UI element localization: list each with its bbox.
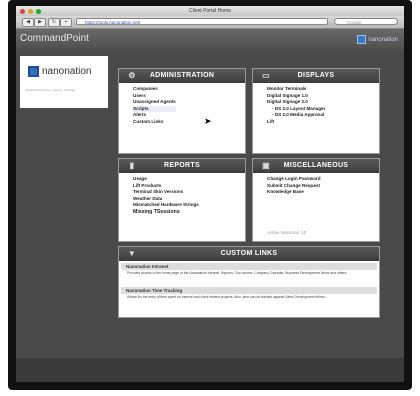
link-monitor-terminals[interactable]: Monitor Terminals bbox=[267, 86, 325, 93]
back-arrow-icon: ◀ bbox=[26, 19, 30, 25]
forward-arrow-icon: ▶ bbox=[38, 19, 42, 25]
url-text: https://tools.nanonation.net/ bbox=[85, 20, 141, 25]
reports-title: REPORTS bbox=[164, 162, 200, 169]
zoom-window-button[interactable] bbox=[36, 9, 41, 14]
mouse-pointer-icon: ➤ bbox=[204, 116, 212, 126]
custom-links-icon: ▼ bbox=[127, 249, 137, 258]
search-field[interactable]: Google bbox=[334, 18, 398, 25]
page-footer bbox=[16, 358, 404, 382]
window-title: Client Portal Home bbox=[189, 8, 231, 14]
logo-wordmark: nanonation bbox=[42, 66, 92, 77]
search-placeholder: Google bbox=[347, 20, 362, 25]
sidebar-logo-card: nanonation Dashboard Home · Logout · Set… bbox=[20, 56, 108, 108]
administration-links: Companies Users Unassigned Agents Script… bbox=[133, 86, 176, 126]
link-usage[interactable]: Usage bbox=[133, 176, 199, 183]
app-title: CommandPoint bbox=[20, 33, 89, 44]
displays-links: Monitor Terminals Digital Signage 1.0 Di… bbox=[267, 86, 325, 126]
monitor-icon: ▭ bbox=[262, 71, 270, 80]
custom-links-title: CUSTOM LINKS bbox=[220, 250, 278, 257]
link-users[interactable]: Users bbox=[133, 93, 176, 100]
custom-link-time-tracking-description: Allows for the entry of time spent on in… bbox=[127, 295, 326, 299]
briefcase-icon: ▣ bbox=[262, 161, 270, 170]
miscellaneous-header: ▣ MISCELLANEOUS bbox=[253, 159, 379, 173]
displays-header: ▭ DISPLAYS bbox=[253, 69, 379, 83]
plus-icon: + bbox=[64, 19, 68, 25]
link-lift[interactable]: Lift bbox=[267, 119, 325, 126]
link-ds2-layout-manager[interactable]: - DS 2.0 Layout Manager bbox=[267, 106, 325, 113]
displays-title: DISPLAYS bbox=[297, 72, 335, 79]
header-brand: nanonation bbox=[357, 35, 398, 44]
minimize-window-button[interactable] bbox=[28, 9, 33, 14]
custom-link-time-tracking[interactable]: Nanonation Time Tracking bbox=[121, 287, 377, 294]
link-terminal-skin-versions[interactable]: Terminal Skin Versions bbox=[133, 189, 199, 196]
link-weather-data[interactable]: Weather Data bbox=[133, 196, 199, 203]
link-alerts[interactable]: Alerts bbox=[133, 112, 176, 119]
app-header: CommandPoint nanonation bbox=[16, 29, 404, 51]
administration-header: ⚙ ADMINISTRATION bbox=[119, 69, 245, 83]
back-button[interactable]: ◀ bbox=[22, 18, 34, 27]
custom-link-intranet[interactable]: Nanonation Intranet bbox=[121, 263, 377, 270]
gears-icon: ⚙ bbox=[128, 71, 136, 80]
reload-icon: ↻ bbox=[51, 19, 57, 25]
custom-links-panel: ▼ CUSTOM LINKS Nanonation Intranet Provi… bbox=[118, 246, 380, 318]
link-scripts[interactable]: Scripts bbox=[133, 105, 176, 113]
company-logo: nanonation bbox=[28, 66, 92, 77]
link-unassigned-agents[interactable]: Unassigned Agents bbox=[133, 99, 176, 106]
link-change-login-password[interactable]: Change Login Password bbox=[267, 176, 321, 183]
window-controls bbox=[20, 9, 41, 14]
link-submit-change-request[interactable]: Submit Change Request bbox=[267, 183, 321, 190]
link-ds2-media-approval[interactable]: - DS 2.0 Media Approval bbox=[267, 112, 325, 119]
active-sessions-count: Active Sessions: 10 bbox=[267, 230, 307, 235]
brand-logo-icon bbox=[357, 35, 367, 44]
custom-link-intranet-description: Provides access to the home page of the … bbox=[127, 271, 348, 275]
reports-header: ▮ REPORTS bbox=[119, 159, 245, 173]
close-window-button[interactable] bbox=[20, 9, 25, 14]
nanonation-logo-icon bbox=[28, 66, 39, 77]
reports-links: Usage Lift Products Terminal Skin Versio… bbox=[133, 176, 199, 216]
miscellaneous-panel: ▣ MISCELLANEOUS Change Login Password Su… bbox=[252, 158, 380, 242]
administration-title: ADMINISTRATION bbox=[149, 72, 215, 79]
administration-panel: ⚙ ADMINISTRATION Companies Users Unassig… bbox=[118, 68, 246, 154]
browser-toolbar: ◀ ▶ ↻ + https://tools.nanonation.net/ Go… bbox=[16, 16, 404, 29]
browser-titlebar: Client Portal Home bbox=[16, 6, 404, 16]
link-lift-products[interactable]: Lift Products bbox=[133, 183, 199, 190]
address-bar[interactable]: https://tools.nanonation.net/ bbox=[76, 18, 328, 25]
bar-chart-icon: ▮ bbox=[129, 161, 135, 170]
browser-window: Client Portal Home ◀ ▶ ↻ + https://tools… bbox=[16, 6, 404, 382]
link-custom-links[interactable]: Custom Links bbox=[133, 119, 176, 126]
displays-panel: ▭ DISPLAYS Monitor Terminals Digital Sig… bbox=[252, 68, 380, 154]
link-missing-tsessions[interactable]: Missing TSessions bbox=[133, 209, 199, 216]
link-digital-signage-2[interactable]: Digital Signage 2.0 bbox=[267, 99, 325, 106]
forward-button[interactable]: ▶ bbox=[34, 18, 46, 27]
miscellaneous-links: Change Login Password Submit Change Requ… bbox=[267, 176, 321, 196]
link-mismatched-hardware-strings[interactable]: Mismatched Hardware Strings bbox=[133, 202, 199, 209]
add-bookmark-button[interactable]: + bbox=[60, 18, 72, 27]
header-brand-text: nanonation bbox=[368, 36, 398, 43]
link-digital-signage-1[interactable]: Digital Signage 1.0 bbox=[267, 93, 325, 100]
custom-links-header: ▼ CUSTOM LINKS bbox=[119, 247, 379, 261]
reload-button[interactable]: ↻ bbox=[48, 18, 60, 27]
link-knowledge-base[interactable]: Knowledge Base bbox=[267, 189, 321, 196]
sidebar-caption: Dashboard Home · Logout · Settings bbox=[26, 88, 75, 92]
miscellaneous-title: MISCELLANEOUS bbox=[283, 162, 349, 169]
link-companies[interactable]: Companies bbox=[133, 86, 176, 93]
reports-panel: ▮ REPORTS Usage Lift Products Terminal S… bbox=[118, 158, 246, 242]
